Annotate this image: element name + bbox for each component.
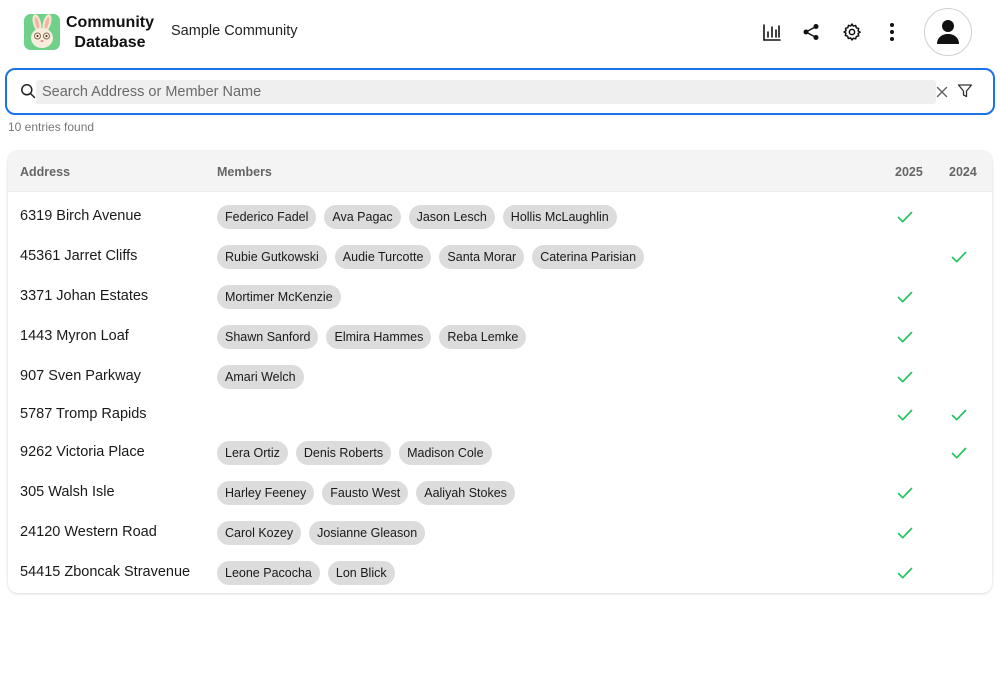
check-2025-icon (897, 487, 913, 499)
members-cell: Harley Feeney Fausto West Aaliyah Stokes (217, 481, 515, 505)
members-cell: Leone Pacocha Lon Blick (217, 561, 395, 585)
member-chip[interactable]: Jason Lesch (408, 205, 495, 229)
member-chip[interactable]: Carol Kozey (217, 521, 302, 545)
address-cell: 907 Sven Parkway (20, 368, 141, 384)
member-chip[interactable]: Federico Fadel (217, 205, 317, 229)
member-chip[interactable]: Mortimer McKenzie (217, 285, 341, 309)
app-title-line1: Community (66, 14, 154, 31)
share-button[interactable] (799, 20, 823, 44)
member-chip[interactable]: Audie Turcotte (334, 245, 432, 269)
address-cell: 45361 Jarret Cliffs (20, 248, 138, 264)
member-chip[interactable]: Lera Ortiz (217, 441, 288, 465)
check-2025-icon (897, 527, 913, 539)
check-2025-icon (897, 409, 913, 421)
members-cell: Rubie Gutkowski Audie Turcotte Santa Morar… (217, 245, 645, 269)
members-cell: Federico Fadel Ava Pagac Jason Lesch Hollis… (217, 205, 617, 229)
share-icon (803, 24, 819, 40)
check-2025-icon (897, 291, 913, 303)
clear-search-icon[interactable] (934, 84, 950, 100)
member-chip[interactable]: Madison Cole (399, 441, 492, 465)
more-vertical-icon (890, 23, 894, 41)
member-chip[interactable]: Aaliyah Stokes (416, 481, 515, 505)
member-chip[interactable]: Leone Pacocha (217, 561, 320, 585)
table-header: Address Members 2025 2024 (8, 151, 992, 192)
member-chip[interactable]: Lon Blick (327, 561, 395, 585)
search-bar (5, 68, 995, 115)
member-chip[interactable]: Rubie Gutkowski (217, 245, 327, 269)
member-chip[interactable]: Ava Pagac (324, 205, 401, 229)
app-header: Community Database Sample Community (0, 0, 1000, 64)
member-chip[interactable]: Caterina Parisian (532, 245, 645, 269)
member-chip[interactable]: Harley Feeney (217, 481, 315, 505)
check-2025-icon (897, 331, 913, 343)
bunny-logo-icon (24, 14, 60, 50)
member-chip[interactable]: Shawn Sanford (217, 325, 319, 349)
member-chip[interactable]: Hollis McLaughlin (502, 205, 617, 229)
more-options-button[interactable] (880, 20, 904, 44)
table-row[interactable]: 24120 Western Road Carol Kozey Josianne Gl… (8, 514, 992, 552)
table-row[interactable]: 305 Walsh Isle Harley Feeney Fausto West Aa… (8, 474, 992, 512)
app-title-line2: Database (74, 34, 146, 51)
column-header-members[interactable]: Members (217, 165, 272, 179)
members-cell: Mortimer McKenzie (217, 285, 341, 309)
search-icon (21, 84, 36, 99)
table-row[interactable]: 45361 Jarret Cliffs Rubie Gutkowski Audie … (8, 238, 992, 276)
entries-count: 10 entries found (8, 120, 95, 134)
column-header-2025[interactable]: 2025 (895, 165, 923, 179)
table-row[interactable]: 907 Sven Parkway Amari Welch (8, 358, 992, 396)
address-cell: 3371 Johan Estates (20, 288, 149, 304)
check-2024-icon (951, 409, 967, 421)
table-row[interactable]: 6319 Birch Avenue Federico Fadel Ava Pagac… (8, 198, 992, 236)
settings-icon (843, 23, 861, 41)
address-cell: 9262 Victoria Place (20, 444, 145, 460)
members-cell: Amari Welch (217, 365, 304, 389)
member-chip[interactable]: Fausto West (322, 481, 409, 505)
table-row[interactable]: 54415 Zboncak Stravenue Leone Pacocha Lon … (8, 554, 992, 592)
check-2024-icon (951, 447, 967, 459)
address-cell: 5787 Tromp Rapids (20, 406, 147, 422)
address-cell: 54415 Zboncak Stravenue (20, 564, 191, 580)
address-cell: 1443 Myron Loaf (20, 328, 129, 344)
user-avatar-button[interactable] (924, 8, 972, 56)
table-row[interactable]: 3371 Johan Estates Mortimer McKenzie (8, 278, 992, 316)
address-cell: 6319 Birch Avenue (20, 208, 142, 224)
address-cell: 305 Walsh Isle (20, 484, 115, 500)
chart-button[interactable] (760, 20, 784, 44)
check-2025-icon (897, 211, 913, 223)
table-row[interactable]: 5787 Tromp Rapids (8, 396, 992, 434)
app-logo (24, 14, 60, 50)
table-row[interactable]: 1443 Myron Loaf Shawn Sanford Elmira Hamme… (8, 318, 992, 356)
community-name: Sample Community (171, 23, 298, 39)
member-chip[interactable]: Santa Morar (439, 245, 525, 269)
members-cell: Shawn Sanford Elmira Hammes Reba Lemke (217, 325, 527, 349)
chart-icon (763, 24, 781, 41)
user-avatar-icon (937, 20, 959, 44)
check-2025-icon (897, 371, 913, 383)
member-chip[interactable]: Josianne Gleason (309, 521, 426, 545)
settings-button[interactable] (840, 20, 864, 44)
address-table: Address Members 2025 2024 6319 Birch Ave… (8, 151, 992, 593)
members-cell: Lera Ortiz Denis Roberts Madison Cole (217, 441, 492, 465)
column-header-2024[interactable]: 2024 (949, 165, 977, 179)
members-cell: Carol Kozey Josianne Gleason (217, 521, 426, 545)
member-chip[interactable]: Reba Lemke (439, 325, 527, 349)
check-2024-icon (951, 251, 967, 263)
member-chip[interactable]: Amari Welch (217, 365, 304, 389)
address-cell: 24120 Western Road (20, 524, 157, 540)
check-2025-icon (897, 567, 913, 579)
filter-icon[interactable] (957, 83, 973, 99)
app-title: Community Database (64, 13, 156, 53)
search-input[interactable] (36, 80, 936, 104)
member-chip[interactable]: Elmira Hammes (326, 325, 432, 349)
column-header-address[interactable]: Address (20, 165, 70, 179)
table-row[interactable]: 9262 Victoria Place Lera Ortiz Denis Rober… (8, 434, 992, 472)
member-chip[interactable]: Denis Roberts (295, 441, 392, 465)
